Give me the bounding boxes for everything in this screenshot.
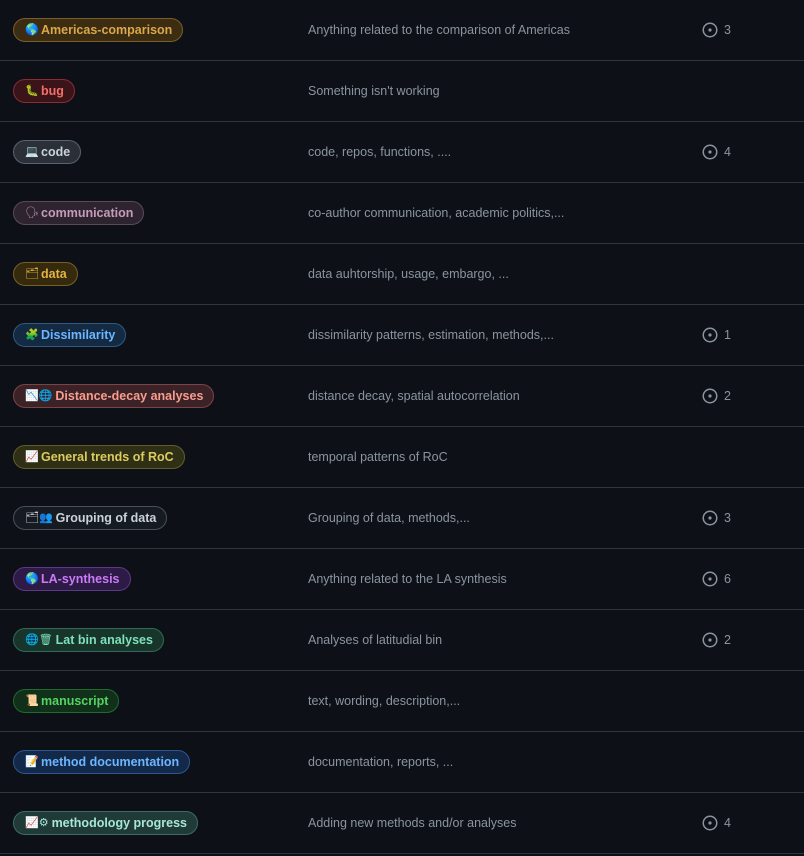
label-name: Distance-decay analyses — [55, 389, 204, 403]
labels-list: 🌎 Americas-comparison Anything related to … — [0, 0, 804, 854]
open-issues-count: 4 — [724, 816, 731, 830]
issue-opened-icon — [702, 388, 718, 404]
label-pill-method-documentation[interactable]: 📝 method documentation — [13, 750, 191, 774]
label-row-la-synthesis: 🌎 LA-synthesis Anything related to the LA … — [0, 549, 804, 610]
label-pill-distance-decay[interactable]: 📉🌐 Distance-decay analyses — [13, 384, 215, 408]
open-issues-link[interactable]: 4 — [702, 815, 731, 831]
chart-decreasing-globe-icon: 📉🌐 — [25, 389, 53, 402]
scroll-icon: 📜 — [25, 694, 39, 707]
label-description: distance decay, spatial autocorrelation — [308, 389, 520, 403]
open-issues-count: 2 — [724, 389, 731, 403]
issue-opened-icon — [702, 22, 718, 38]
issue-opened-icon — [702, 144, 718, 160]
label-pill-la-synthesis[interactable]: 🌎 LA-synthesis — [13, 567, 131, 591]
label-name: data — [41, 267, 67, 281]
open-issues-link[interactable]: 3 — [702, 22, 731, 38]
globe-americas-icon: 🌎 — [25, 23, 39, 36]
label-name: communication — [41, 206, 134, 220]
memo-icon: 📝 — [25, 755, 39, 768]
label-row-dissimilarity: 🧩 Dissimilarity dissimilarity patterns, es… — [0, 305, 804, 366]
label-row-distance-decay: 📉🌐 Distance-decay analyses distance decay,… — [0, 366, 804, 427]
issue-opened-icon — [702, 510, 718, 526]
label-pill-communication[interactable]: 🗣 communication — [13, 201, 145, 225]
label-description: temporal patterns of RoC — [308, 450, 448, 464]
label-description: documentation, reports, ... — [308, 755, 454, 769]
label-pill-data[interactable]: 🗂 data — [13, 262, 78, 286]
label-name: Lat bin analyses — [55, 633, 153, 647]
label-name: LA-synthesis — [41, 572, 120, 586]
label-name: code — [41, 145, 71, 159]
open-issues-link[interactable]: 2 — [702, 632, 731, 648]
label-row-communication: 🗣 communication co-author communication, a… — [0, 183, 804, 244]
globe-wastebasket-icon: 🌐🗑 — [25, 633, 53, 646]
issue-opened-icon — [702, 571, 718, 587]
chart-gear-icon: 📈⚙ — [25, 816, 49, 829]
label-description: co-author communication, academic politi… — [308, 206, 565, 220]
label-name: General trends of RoC — [41, 450, 174, 464]
label-pill-general-trends[interactable]: 📈 General trends of RoC — [13, 445, 185, 469]
label-description: Anything related to the comparison of Am… — [308, 23, 570, 37]
bug-icon: 🐛 — [25, 84, 39, 97]
label-name: Grouping of data — [55, 511, 157, 525]
label-row-lat-bin: 🌐🗑 Lat bin analyses Analyses of latitudial… — [0, 610, 804, 671]
open-issues-link[interactable]: 3 — [702, 510, 731, 526]
dividers-people-icon: 🗂👥 — [25, 511, 53, 524]
label-description: code, repos, functions, .... — [308, 145, 452, 159]
label-row-general-trends: 📈 General trends of RoC temporal patterns … — [0, 427, 804, 488]
label-row-bug: 🐛 bug Something isn't working — [0, 61, 804, 122]
label-row-manuscript: 📜 manuscript text, wording, description,..… — [0, 671, 804, 732]
label-pill-dissimilarity[interactable]: 🧩 Dissimilarity — [13, 323, 127, 347]
speaking-head-icon: 🗣 — [25, 206, 39, 219]
label-pill-lat-bin[interactable]: 🌐🗑 Lat bin analyses — [13, 628, 164, 652]
open-issues-link[interactable]: 4 — [702, 144, 731, 160]
label-pill-methodology-progress[interactable]: 📈⚙ methodology progress — [13, 811, 198, 835]
label-pill-grouping[interactable]: 🗂👥 Grouping of data — [13, 506, 168, 530]
open-issues-count: 6 — [724, 572, 731, 586]
issue-opened-icon — [702, 632, 718, 648]
label-description: Analyses of latitudial bin — [308, 633, 443, 647]
label-name: Americas-comparison — [41, 23, 173, 37]
open-issues-link[interactable]: 2 — [702, 388, 731, 404]
open-issues-count: 1 — [724, 328, 731, 342]
chart-increasing-icon: 📈 — [25, 450, 39, 463]
label-pill-bug[interactable]: 🐛 bug — [13, 79, 75, 103]
label-row-grouping: 🗂👥 Grouping of data Grouping of data, meth… — [0, 488, 804, 549]
label-name: Dissimilarity — [41, 328, 116, 342]
label-pill-americas-comparison[interactable]: 🌎 Americas-comparison — [13, 18, 184, 42]
label-row-americas-comparison: 🌎 Americas-comparison Anything related to … — [0, 0, 804, 61]
card-index-dividers-icon: 🗂 — [25, 267, 39, 280]
open-issues-count: 4 — [724, 145, 731, 159]
label-description: Grouping of data, methods,... — [308, 511, 470, 525]
label-description: Adding new methods and/or analyses — [308, 816, 517, 830]
label-description: data auhtorship, usage, embargo, ... — [308, 267, 509, 281]
label-pill-code[interactable]: 💻 code — [13, 140, 82, 164]
label-pill-manuscript[interactable]: 📜 manuscript — [13, 689, 120, 713]
open-issues-link[interactable]: 1 — [702, 327, 731, 343]
label-description: Anything related to the LA synthesis — [308, 572, 507, 586]
globe-americas-icon: 🌎 — [25, 572, 39, 585]
label-description: dissimilarity patterns, estimation, meth… — [308, 328, 554, 342]
puzzle-piece-icon: 🧩 — [25, 328, 39, 341]
label-name: method documentation — [41, 755, 180, 769]
label-row-method-documentation: 📝 method documentation documentation, repo… — [0, 732, 804, 793]
label-row-methodology-progress: 📈⚙ methodology progress Adding new methods… — [0, 793, 804, 854]
open-issues-link[interactable]: 6 — [702, 571, 731, 587]
laptop-icon: 💻 — [25, 145, 39, 158]
issue-opened-icon — [702, 815, 718, 831]
open-issues-count: 3 — [724, 23, 731, 37]
label-row-code: 💻 code code, repos, functions, .... 4 — [0, 122, 804, 183]
open-issues-count: 3 — [724, 511, 731, 525]
label-name: manuscript — [41, 694, 109, 708]
label-name: methodology progress — [51, 816, 187, 830]
issue-opened-icon — [702, 327, 718, 343]
label-description: text, wording, description,... — [308, 694, 461, 708]
label-description: Something isn't working — [308, 84, 440, 98]
label-name: bug — [41, 84, 64, 98]
label-row-data: 🗂 data data auhtorship, usage, embargo, ..… — [0, 244, 804, 305]
open-issues-count: 2 — [724, 633, 731, 647]
